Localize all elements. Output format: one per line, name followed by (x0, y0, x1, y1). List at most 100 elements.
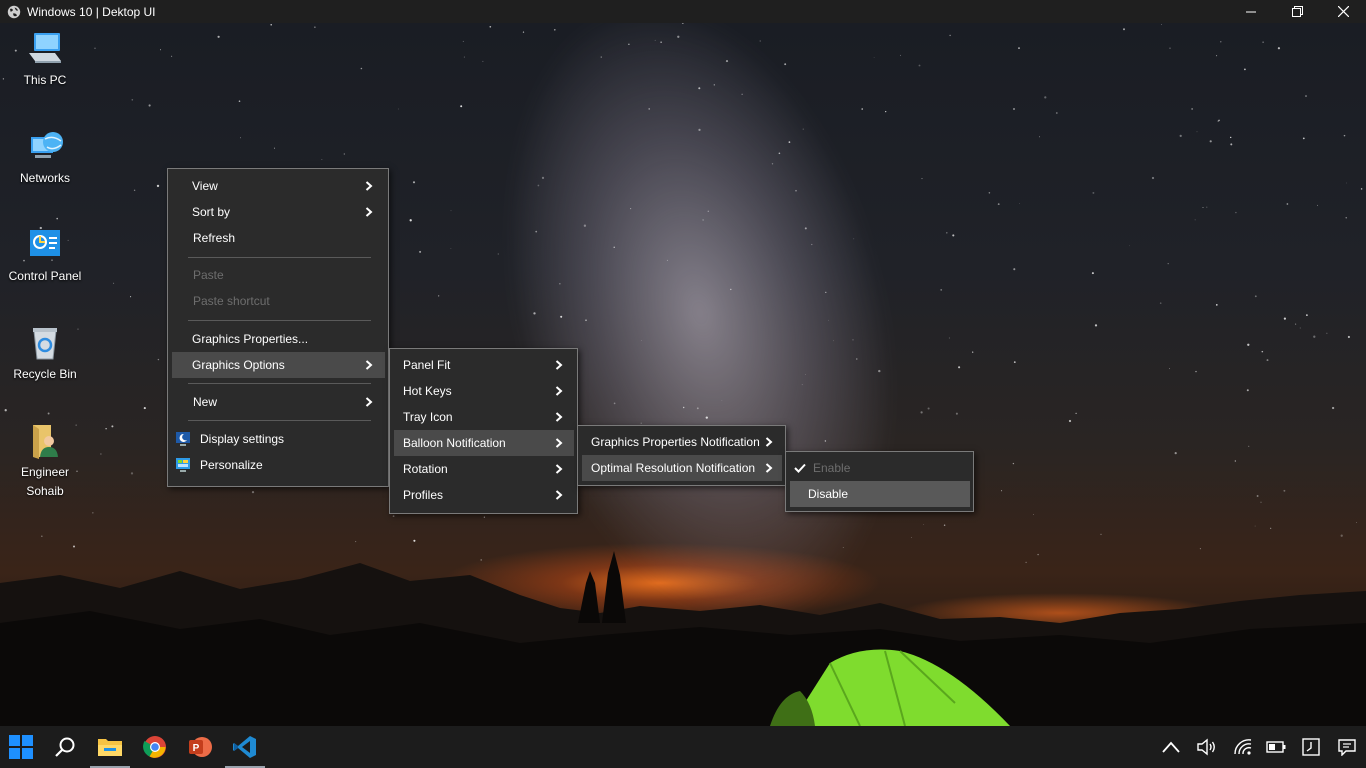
desktop-icon-label: Networks (19, 171, 70, 185)
minimize-button[interactable] (1228, 0, 1274, 23)
menu-item-label: Rotation (403, 462, 448, 476)
menu-item-display-settings[interactable]: Display settings (172, 426, 385, 452)
start-button[interactable] (0, 726, 42, 768)
taskbar-vscode[interactable] (225, 726, 265, 768)
svg-text:P: P (193, 743, 200, 754)
network-icon (31, 132, 63, 158)
desktop-icon-label: Control Panel (8, 269, 82, 283)
chevron-right-icon (555, 412, 563, 422)
close-icon (1337, 6, 1349, 17)
desktop-icon-engineer-sohaib[interactable]: Engineer Sohaib (5, 421, 85, 501)
checkmark-icon (794, 463, 806, 473)
chevron-right-icon (555, 464, 563, 474)
globe-icon (7, 5, 21, 18)
vscode-icon (233, 736, 256, 758)
graphics-options-submenu: Panel Fit Hot Keys Tray Icon Balloon Not… (389, 348, 578, 514)
windows-start-icon (9, 735, 33, 759)
search-icon (55, 737, 75, 757)
desktop-icon-control-panel[interactable]: Control Panel (5, 225, 85, 286)
menu-item-label: Balloon Notification (403, 436, 506, 450)
desktop-icon-label: Engineer Sohaib (20, 465, 70, 498)
optimal-resolution-submenu: Enable Disable (785, 451, 974, 512)
display-settings-icon (176, 432, 190, 446)
menu-item-label: Refresh (193, 231, 236, 245)
file-explorer-icon (98, 739, 122, 756)
desktop-context-menu: View Sort by Refresh Paste Paste shortcu… (167, 168, 389, 487)
menu-item-label: Graphics Properties Notification (591, 435, 760, 449)
menu-item-label: Graphics Properties... (192, 332, 309, 346)
chevron-up-icon (1162, 741, 1180, 753)
taskbar-powerpoint[interactable]: P (180, 726, 220, 768)
volume-button[interactable] (1192, 726, 1222, 768)
chevron-right-icon (765, 437, 773, 447)
menu-item-label: Tray Icon (403, 410, 453, 424)
menu-separator (188, 257, 371, 258)
powerpoint-icon: P (189, 737, 212, 757)
menu-separator (188, 420, 371, 421)
notification-icon (1338, 739, 1356, 756)
window-title: Windows 10 | Dektop UI (27, 4, 156, 19)
menu-item-sort-by[interactable]: Sort by (172, 199, 385, 225)
menu-item-graphics-options[interactable]: Graphics Options (172, 352, 385, 378)
menu-item-label: Hot Keys (403, 384, 452, 398)
menu-item-label: Paste shortcut (193, 294, 270, 308)
menu-item-graphics-properties-notification[interactable]: Graphics Properties Notification (582, 429, 782, 455)
chevron-right-icon (365, 397, 373, 407)
chevron-right-icon (555, 490, 563, 500)
menu-item-paste-shortcut: Paste shortcut (172, 288, 385, 314)
personalize-icon (176, 458, 190, 472)
chevron-right-icon (365, 181, 373, 191)
taskbar-chrome[interactable] (135, 726, 175, 768)
menu-item-balloon-notification[interactable]: Balloon Notification (394, 430, 574, 456)
window-title-bar: Windows 10 | Dektop UI (0, 0, 1366, 23)
menu-item-disable[interactable]: Disable (790, 481, 970, 507)
menu-item-optimal-resolution-notification[interactable]: Optimal Resolution Notification (582, 455, 782, 481)
restore-button[interactable] (1274, 0, 1320, 23)
taskbar: P (0, 726, 1366, 768)
menu-item-tray-icon[interactable]: Tray Icon (394, 404, 574, 430)
battery-icon (1266, 741, 1286, 753)
menu-item-label: View (192, 179, 218, 193)
menu-item-view[interactable]: View (172, 173, 385, 199)
show-hidden-icons-button[interactable] (1156, 726, 1186, 768)
menu-item-hot-keys[interactable]: Hot Keys (394, 378, 574, 404)
menu-item-paste: Paste (172, 262, 385, 288)
taskbar-file-explorer[interactable] (90, 726, 130, 768)
desktop-icon-networks[interactable]: Networks (5, 127, 85, 188)
window-controls (1228, 0, 1366, 23)
chevron-right-icon (365, 207, 373, 217)
action-center-button[interactable] (1332, 726, 1362, 768)
battery-button[interactable] (1261, 726, 1291, 768)
computer-icon (29, 33, 61, 63)
desktop-icon-label: This PC (23, 73, 67, 87)
search-button[interactable] (45, 726, 85, 768)
network-button[interactable] (1228, 726, 1258, 768)
menu-item-profiles[interactable]: Profiles (394, 482, 574, 508)
menu-item-new[interactable]: New (172, 389, 385, 415)
menu-item-label: Sort by (192, 205, 231, 219)
menu-item-rotation[interactable]: Rotation (394, 456, 574, 482)
balloon-notification-submenu: Graphics Properties Notification Optimal… (577, 425, 786, 486)
clock-button[interactable] (1296, 726, 1326, 768)
chevron-right-icon (365, 360, 373, 370)
chevron-right-icon (765, 463, 773, 473)
desktop-icon-this-pc[interactable]: This PC (5, 29, 85, 90)
menu-separator (188, 320, 371, 321)
control-panel-icon (30, 230, 60, 256)
desktop-icon-recycle-bin[interactable]: Recycle Bin (5, 323, 85, 384)
chevron-right-icon (555, 360, 563, 370)
menu-separator (188, 383, 371, 384)
menu-item-refresh[interactable]: Refresh (172, 225, 385, 251)
chrome-icon (143, 736, 166, 758)
restore-icon (1291, 6, 1303, 17)
menu-item-label: New (193, 395, 218, 409)
menu-item-graphics-properties[interactable]: Graphics Properties... (172, 326, 385, 352)
close-button[interactable] (1320, 0, 1366, 23)
chevron-right-icon (555, 438, 563, 448)
menu-item-label: Disable (808, 487, 849, 501)
wifi-icon (1234, 739, 1252, 755)
menu-item-personalize[interactable]: Personalize (172, 452, 385, 478)
menu-item-panel-fit[interactable]: Panel Fit (394, 352, 574, 378)
menu-item-label: Profiles (403, 488, 444, 502)
menu-item-label: Panel Fit (403, 358, 451, 372)
